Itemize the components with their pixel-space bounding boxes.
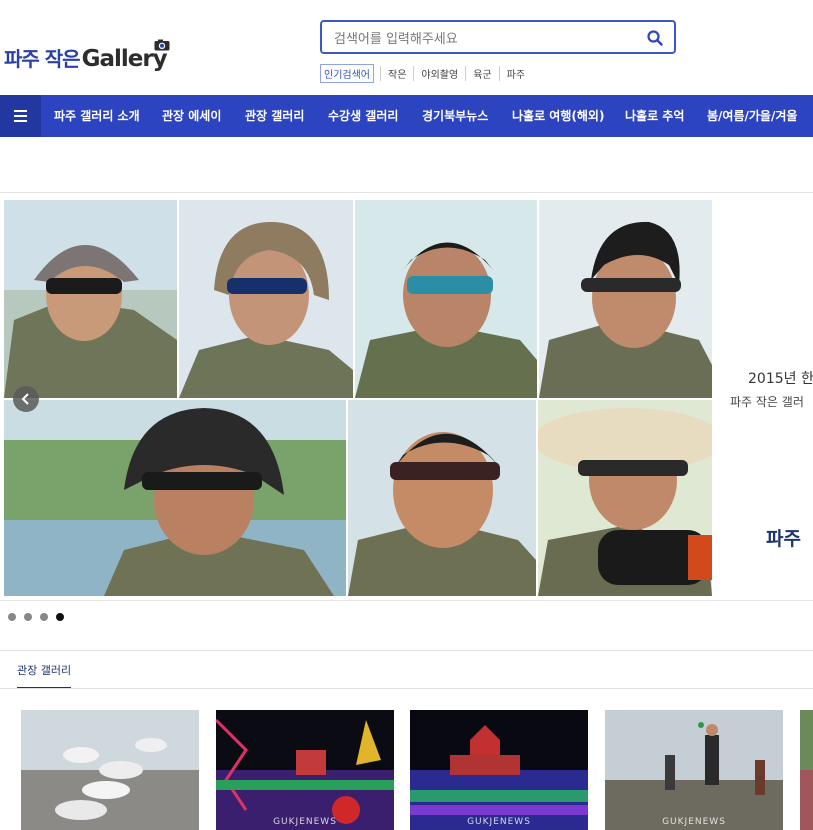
search-box — [320, 20, 676, 54]
nav-item-gallery-intro[interactable]: 파주 갤러리 소개 — [54, 95, 140, 137]
nav-item-seasons[interactable]: 봄/여름/가을/겨울 — [707, 95, 797, 137]
slider-dot-active[interactable] — [56, 613, 64, 621]
slider-dot[interactable] — [8, 613, 16, 621]
slide-caption-year: 2015년 한 — [748, 371, 813, 387]
slide-photo-portrait — [4, 200, 177, 398]
slide-photo-portrait — [538, 400, 712, 596]
site-logo[interactable]: 파주 작은 Gallery — [4, 32, 170, 72]
popular-keywords: 인기검색어 작은 야외촬영 육군 파주 — [320, 64, 532, 83]
popular-keyword[interactable]: 작은 — [380, 66, 413, 81]
chevron-left-icon — [21, 393, 29, 405]
slider-pagination — [8, 613, 64, 621]
nav-item-student-gallery[interactable]: 수강생 갤러리 — [328, 95, 398, 137]
divider — [0, 650, 813, 651]
search-input[interactable] — [332, 28, 636, 50]
nav-item-director-essay[interactable]: 관장 에세이 — [162, 95, 221, 137]
tab-director-gallery[interactable]: 관장 갤러리 — [17, 662, 72, 689]
divider — [0, 192, 813, 193]
gallery-thumbnail[interactable] — [800, 710, 813, 830]
slider-dot[interactable] — [40, 613, 48, 621]
gallery-thumbnail[interactable] — [21, 710, 199, 830]
popular-keyword[interactable]: 야외촬영 — [413, 66, 465, 81]
hero-slider: 2015년 한 파주 작은 갤러 파주 — [4, 200, 813, 596]
gallery-watermark: GUKJENEWS — [662, 817, 726, 827]
logo-korean-text: 파주 작은 — [4, 47, 81, 71]
gallery-thumbnail[interactable]: GUKJENEWS — [410, 710, 588, 830]
slider-prev-button[interactable] — [13, 386, 39, 412]
gallery-watermark: GUKJENEWS — [273, 817, 337, 827]
nav-item-director-gallery[interactable]: 관장 갤러리 — [245, 95, 304, 137]
divider — [0, 688, 813, 689]
slide-photo-portrait — [539, 200, 712, 398]
gallery-watermark: GUKJENEWS — [467, 817, 531, 827]
nav-item-solo-memories[interactable]: 나홀로 추억 — [625, 95, 684, 137]
slide-photo-portrait — [348, 400, 536, 596]
slide-photo-portrait — [355, 200, 537, 398]
search-icon[interactable] — [646, 29, 664, 47]
popular-keyword[interactable]: 파주 — [498, 66, 532, 81]
logo-english-text: Gallery — [82, 39, 170, 72]
main-nav: 파주 갤러리 소개 관장 에세이 관장 갤러리 수강생 갤러리 경기북부뉴스 나… — [0, 95, 813, 137]
popular-keyword[interactable]: 육군 — [465, 66, 498, 81]
gallery-thumbnail[interactable]: GUKJENEWS — [216, 710, 394, 830]
nav-item-north-gyeonggi-news[interactable]: 경기북부뉴스 — [422, 95, 488, 137]
slide-caption-title: 파주 — [766, 528, 801, 550]
slide-caption: 2015년 한 파주 작은 갤러 파주 — [716, 200, 813, 596]
camera-icon — [154, 39, 170, 51]
slide-caption-subtitle: 파주 작은 갤러 — [730, 395, 804, 409]
divider — [0, 600, 813, 601]
slider-dot[interactable] — [24, 613, 32, 621]
slide-photo-portrait — [4, 400, 346, 596]
slide-photo-portrait — [179, 200, 353, 398]
hamburger-menu-icon[interactable] — [0, 95, 41, 137]
nav-item-solo-travel-abroad[interactable]: 나홀로 여행(해외) — [512, 95, 604, 137]
gallery-thumbnail[interactable]: GUKJENEWS — [605, 710, 783, 830]
popular-keywords-label: 인기검색어 — [320, 64, 374, 83]
